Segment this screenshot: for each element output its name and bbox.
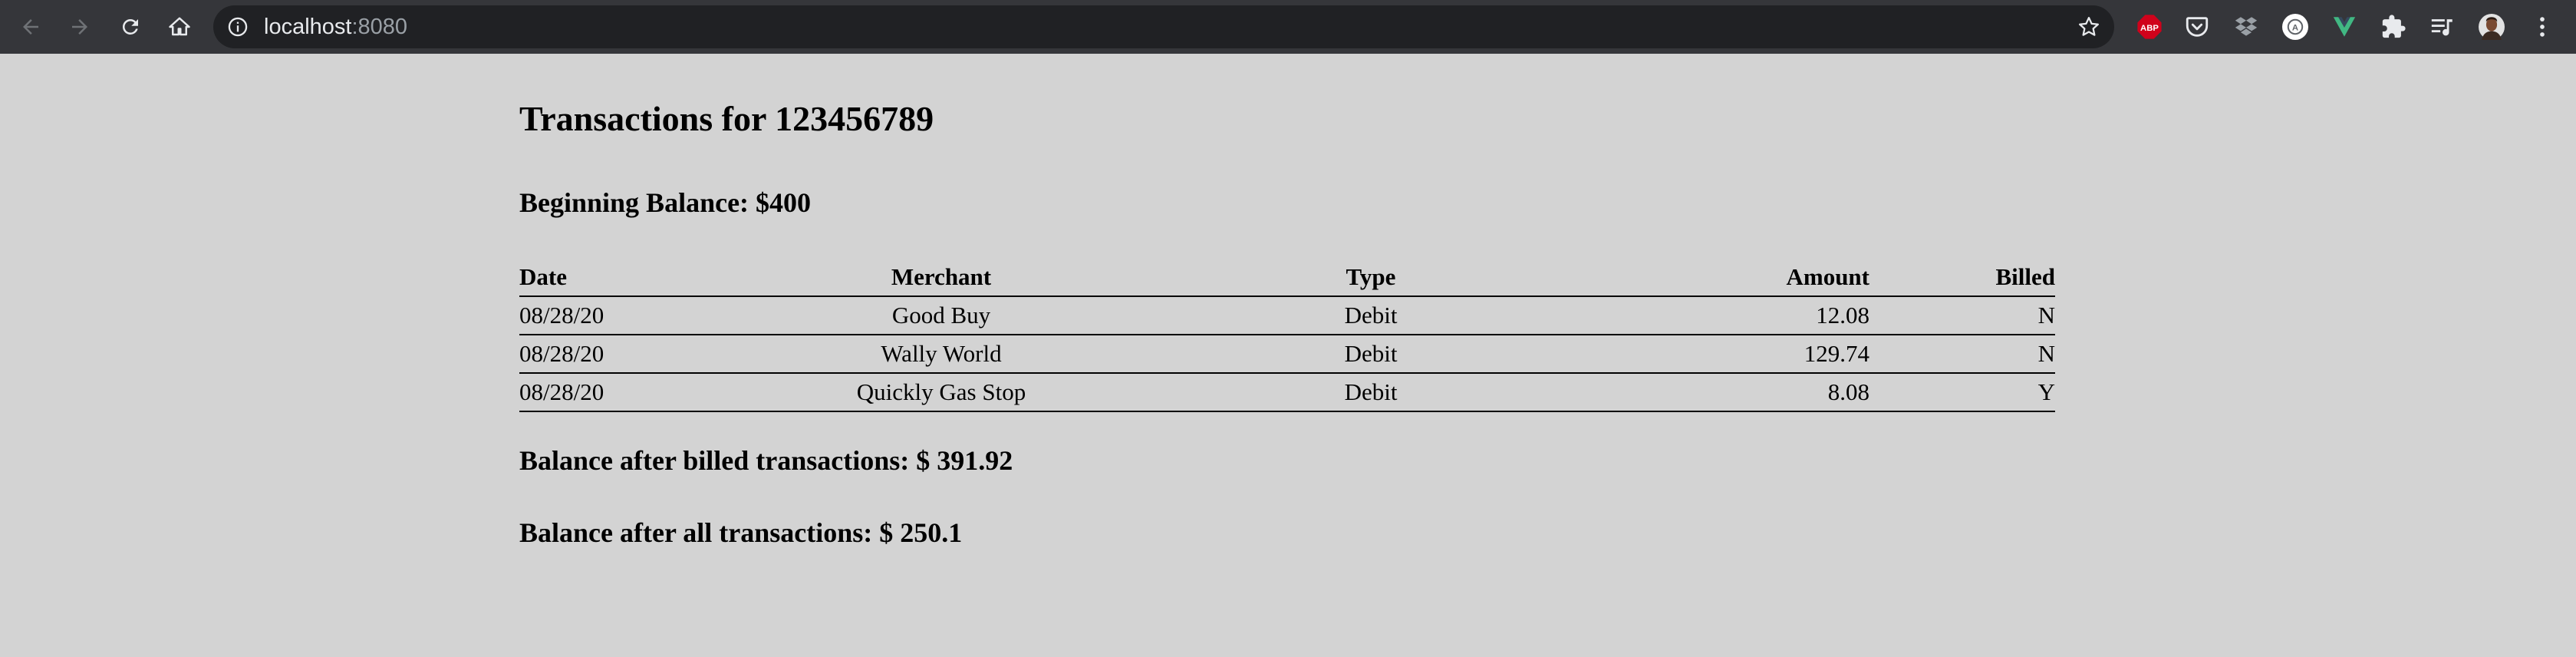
header-billed: Billed xyxy=(1995,263,2055,290)
star-icon[interactable] xyxy=(2077,15,2100,38)
dropbox-icon[interactable] xyxy=(2231,12,2261,42)
url-text[interactable]: localhost:8080 xyxy=(264,12,407,41)
reload-button[interactable] xyxy=(112,8,149,45)
vue-devtools-icon[interactable] xyxy=(2329,12,2360,42)
cell-date: 08/28/20 xyxy=(519,340,604,367)
beginning-balance: Beginning Balance: $400 xyxy=(519,187,812,218)
adblock-plus-label: ABP xyxy=(2140,24,2159,33)
media-queue-icon[interactable] xyxy=(2427,12,2458,42)
cell-type: Debit xyxy=(1344,340,1398,367)
cell-billed: N xyxy=(2037,340,2055,367)
address-bar[interactable]: localhost:8080 xyxy=(213,5,2114,48)
table-row: 08/28/20 Wally World Debit 129.74 N xyxy=(519,335,2055,373)
cell-merchant: Good Buy xyxy=(891,302,991,328)
forward-button[interactable] xyxy=(61,8,98,45)
table-header-row: Date Merchant Type Amount Billed xyxy=(519,261,2055,296)
cell-merchant: Wally World xyxy=(881,340,1002,367)
browser-toolbar: localhost:8080 ABP A xyxy=(0,0,2576,54)
header-merchant: Merchant xyxy=(891,263,992,290)
profile-a-label: A xyxy=(2292,23,2298,32)
cell-billed: N xyxy=(2037,302,2055,328)
table-row: 08/28/20 Quickly Gas Stop Debit 8.08 Y xyxy=(519,373,2055,411)
arrow-right-icon xyxy=(72,19,87,35)
cell-type: Debit xyxy=(1344,378,1398,405)
kebab-menu-icon[interactable] xyxy=(2527,12,2558,42)
cell-amount: 12.08 xyxy=(1816,302,1869,328)
profile-a-icon[interactable]: A xyxy=(2280,12,2311,42)
cell-billed: Y xyxy=(2037,378,2055,405)
table-row: 08/28/20 Good Buy Debit 12.08 N xyxy=(519,296,2055,335)
transactions-table: Date Merchant Type Amount Billed 08/28/2… xyxy=(519,261,2055,412)
cell-date: 08/28/20 xyxy=(519,378,604,405)
cell-merchant: Quickly Gas Stop xyxy=(856,378,1026,405)
header-date: Date xyxy=(519,263,567,290)
cell-amount: 8.08 xyxy=(1827,378,1869,405)
back-button[interactable] xyxy=(12,8,49,45)
arrow-left-icon xyxy=(23,19,38,35)
header-amount: Amount xyxy=(1786,263,1869,290)
home-icon xyxy=(169,17,190,36)
home-button[interactable] xyxy=(161,8,198,45)
info-icon[interactable] xyxy=(227,16,249,38)
reload-icon xyxy=(122,18,138,35)
adblock-plus-icon[interactable]: ABP xyxy=(2134,12,2165,42)
user-avatar[interactable] xyxy=(2476,12,2507,42)
cell-type: Debit xyxy=(1344,302,1398,328)
header-type: Type xyxy=(1346,263,1396,290)
pocket-icon[interactable] xyxy=(2182,12,2212,42)
balance-all: Balance after all transactions: $ 250.1 xyxy=(519,517,963,548)
balance-billed: Balance after billed transactions: $ 391… xyxy=(519,445,1013,476)
url-port: :8080 xyxy=(351,15,408,39)
url-host: localhost xyxy=(264,15,352,39)
extensions-puzzle-icon[interactable] xyxy=(2378,12,2409,42)
page-title: Transactions for 123456789 xyxy=(519,99,934,138)
cell-amount: 129.74 xyxy=(1804,340,1869,367)
cell-date: 08/28/20 xyxy=(519,302,604,328)
